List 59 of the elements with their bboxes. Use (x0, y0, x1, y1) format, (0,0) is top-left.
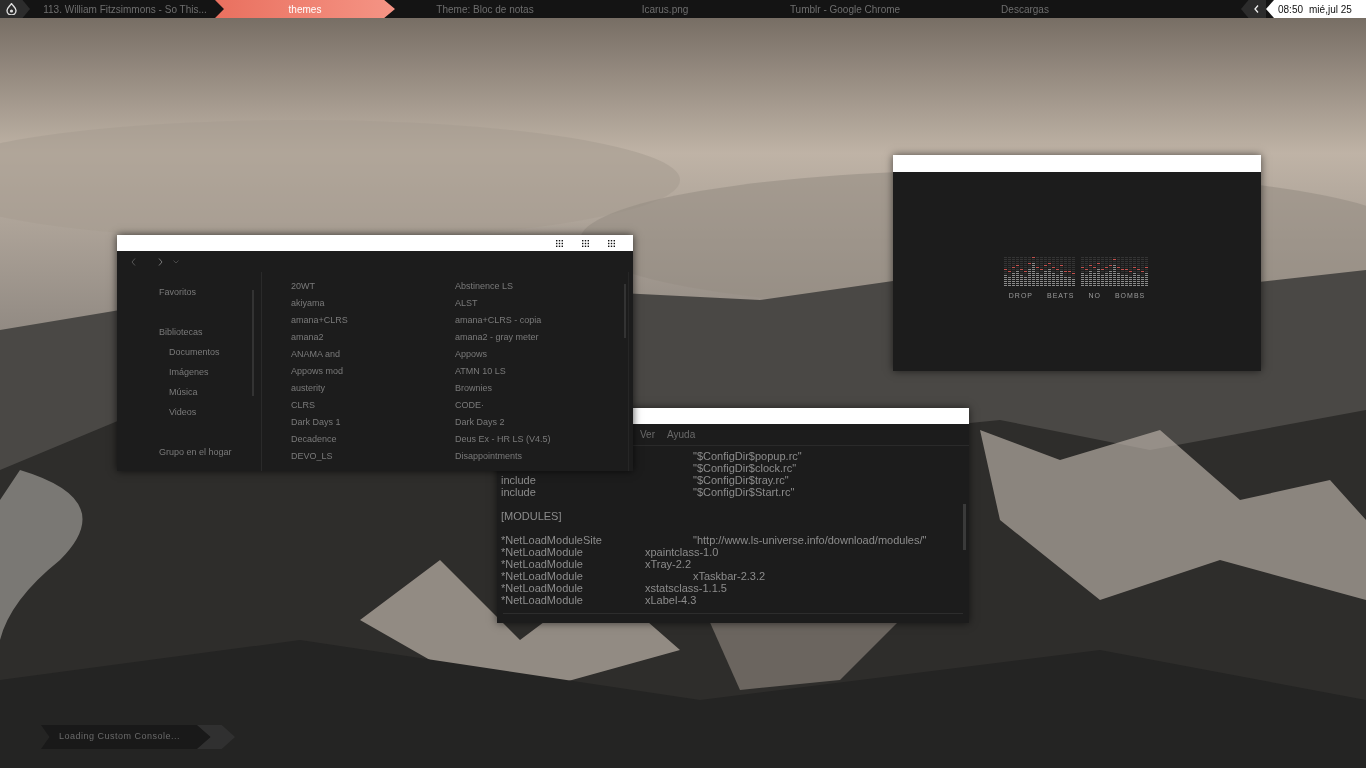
code-line: *NetLoadModuleSite "http://www.ls-universe.info/download/modules/" (501, 534, 927, 546)
chevron-left-icon (1253, 5, 1259, 13)
sidebar-item[interactable]: Bibliotecas (159, 322, 252, 342)
folder-item[interactable]: ANAMA and (291, 346, 341, 363)
code-line: *NetLoadModule xTaskbar-2.3.2 (501, 570, 766, 582)
folder-item[interactable]: Abstinence LS (455, 278, 514, 295)
sidebar-item[interactable]: Documentos (159, 342, 252, 362)
code-line: *NetLoadModule xLabel-4.3 (501, 594, 697, 606)
clock-date: mié,jul 25 (1309, 2, 1352, 17)
folder-item[interactable]: Brownies (455, 380, 492, 397)
folder-item[interactable]: amana2 - gray meter (455, 329, 539, 346)
sidebar-item[interactable]: Grupo en el hogar (159, 442, 252, 462)
taskbar-task[interactable]: Descargas (935, 0, 1115, 18)
folder-item[interactable]: Dark Days 1 (291, 414, 341, 431)
menu-item[interactable]: Ver (640, 427, 655, 442)
taskbar-task[interactable]: Tumblr - Google Chrome (755, 0, 935, 18)
dropdown-icon[interactable] (173, 259, 179, 264)
folder-item[interactable]: Appows mod (291, 363, 344, 380)
back-icon[interactable] (131, 257, 136, 266)
close-icon[interactable] (608, 239, 615, 247)
sidebar-item[interactable]: Videos (159, 402, 252, 422)
clock-time: 08:50 (1278, 2, 1304, 17)
code-line: *NetLoadModule xstatsclass-1.1.5 (501, 582, 727, 594)
console-banner: Loading Custom Console... (41, 725, 211, 749)
sidebar-item[interactable]: Música (159, 382, 252, 402)
folder-item[interactable]: austerity (291, 380, 325, 397)
taskbar-task[interactable]: Theme: Bloc de notas (395, 0, 575, 18)
taskbar-task[interactable]: themes (215, 0, 395, 18)
folder-item[interactable]: amana+CLRS (291, 312, 348, 329)
code-line: [MODULES] (501, 510, 562, 522)
folder-item[interactable]: CODE· (455, 397, 484, 414)
code-line: include "$ConfigDir$Start.rc" (501, 486, 795, 498)
taskbar-task[interactable]: Icarus.png (575, 0, 755, 18)
folder-item[interactable]: amana2 (291, 329, 324, 346)
expand-tray-button[interactable] (1241, 0, 1266, 18)
folder-item[interactable]: ATMN 10 LS (455, 363, 506, 380)
folder-item[interactable]: Dark Days 2 (455, 414, 505, 431)
folder-item[interactable]: Deus Ex - HR LS (V4.5) (455, 431, 551, 448)
folder-item[interactable]: amana+CLRS - copia (455, 312, 542, 329)
drop-logo-icon (6, 3, 17, 15)
folder-item[interactable]: Appows (455, 346, 488, 363)
code-line: include "$ConfigDir$tray.rc" (501, 474, 789, 486)
minimize-icon[interactable] (556, 239, 563, 247)
folder-item[interactable]: CLRS (291, 397, 315, 414)
code-line: *NetLoadModule xTray-2.2 (501, 558, 692, 570)
folder-item[interactable]: Disappointments (455, 448, 523, 465)
code-line: "$ConfigDir$clock.rc" (692, 462, 797, 474)
folder-item[interactable]: akiyama (291, 295, 325, 312)
folder-item[interactable]: Decadence (291, 431, 337, 448)
menu-item[interactable]: Ayuda (667, 427, 696, 442)
forward-icon[interactable] (158, 257, 163, 266)
taskbar-task[interactable]: 113. William Fitzsimmons - So This... (35, 0, 215, 18)
folder-item[interactable]: 20WT (291, 278, 315, 295)
code-line: *NetLoadModule xpaintclass-1.0 (501, 546, 719, 558)
folder-item[interactable]: ALST (455, 295, 478, 312)
sidebar-item[interactable]: Favoritos (159, 282, 252, 302)
sidebar-item[interactable]: Imágenes (159, 362, 252, 382)
maximize-icon[interactable] (582, 239, 589, 247)
folder-item[interactable]: DEVO_LS (291, 448, 333, 465)
